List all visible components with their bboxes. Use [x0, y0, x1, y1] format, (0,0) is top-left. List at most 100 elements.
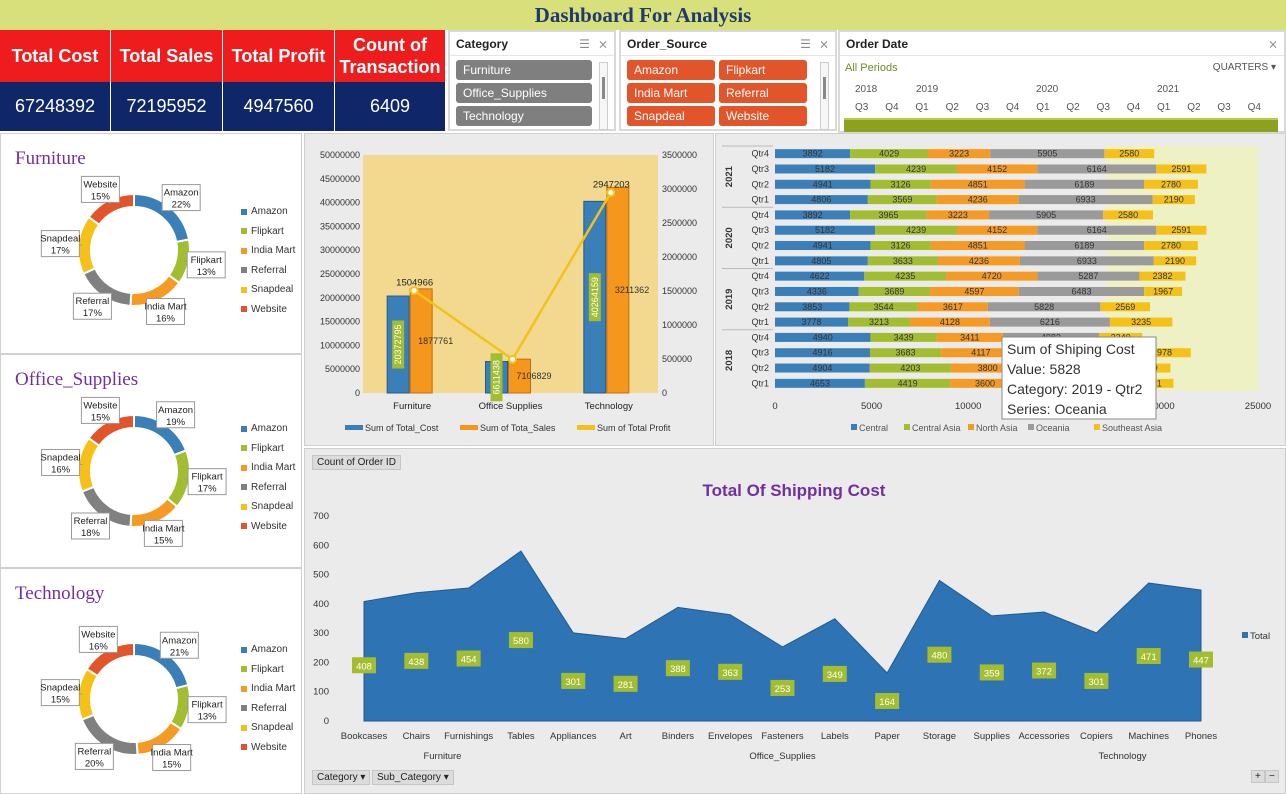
- legend-item: Amazon: [241, 202, 295, 222]
- data-label: 454: [461, 655, 477, 666]
- legend-swatch: [241, 445, 247, 452]
- slicer-item-office-supplies[interactable]: Office_Supplies: [456, 83, 592, 103]
- x-tick-label: Art: [619, 731, 632, 742]
- segment-data-label: 3213: [869, 317, 889, 327]
- segment-data-label: 4622: [810, 271, 830, 281]
- legend-label: Oceania: [1036, 423, 1070, 433]
- legend-item: India Mart: [241, 241, 295, 261]
- slicer-item-referral[interactable]: Referral: [719, 83, 807, 103]
- segment-data-label: 2780: [1161, 241, 1181, 251]
- count-of-order-id-button[interactable]: Count of Order ID: [312, 455, 401, 470]
- segment-data-label: 3126: [891, 241, 911, 251]
- timeline-quarter[interactable]: Q2: [1187, 102, 1200, 113]
- segment-data-label: 4904: [812, 363, 832, 373]
- slicer-item-website[interactable]: Website: [719, 106, 807, 126]
- segment-data-label: 6189: [1074, 241, 1094, 251]
- timeline-quarter[interactable]: Q3: [1097, 102, 1110, 113]
- expand-button[interactable]: +: [1251, 770, 1265, 783]
- segment-data-label: 2190: [1165, 256, 1185, 266]
- pie-legend: Amazon Flipkart India Mart Referral Snapdeal…: [241, 419, 295, 536]
- sub-category-filter-button[interactable]: Sub_Category ▾: [372, 770, 454, 785]
- legend-label: Referral: [251, 702, 287, 714]
- x-tick-label: Phones: [1185, 731, 1217, 742]
- pie-data-label: Flipkart13%: [186, 251, 226, 279]
- timeline-year: 2020: [1036, 84, 1059, 95]
- slicer-item-furniture[interactable]: Furniture: [456, 60, 592, 80]
- kpi-value: 72195952: [111, 82, 222, 131]
- segment-data-label: 4029: [879, 149, 899, 159]
- segment-data-label: 3683: [896, 348, 916, 358]
- clear-filter-icon[interactable]: ⨯: [598, 37, 608, 51]
- slicer-item-technology[interactable]: Technology: [456, 106, 592, 126]
- pie-legend: Amazon Flipkart India Mart Referral Snapdeal…: [241, 640, 295, 757]
- legend-item: India Mart: [241, 458, 295, 478]
- timeline-quarter[interactable]: Q3: [855, 102, 868, 113]
- legend-label: Snapdeal: [251, 722, 294, 734]
- x-tick-label: Envelopes: [708, 731, 753, 742]
- pie-data-label: Website16%: [78, 625, 118, 653]
- timeline-quarter[interactable]: Q2: [1066, 102, 1079, 113]
- segment-data-label: 3633: [893, 256, 913, 266]
- combo-chart-panel: 0 5000000 10000000 15000000 20000000 25000000…: [304, 133, 714, 446]
- category-filter-button[interactable]: Category ▾: [312, 770, 371, 785]
- legend-label: Website: [251, 741, 287, 753]
- timeline-quarter[interactable]: Q1: [1036, 102, 1049, 113]
- data-label: 408: [356, 661, 372, 672]
- slicer-item-india-mart[interactable]: India Mart: [627, 83, 715, 103]
- timeline-quarter[interactable]: Q2: [946, 102, 959, 113]
- timeline-quarter[interactable]: Q3: [1217, 102, 1230, 113]
- legend-swatch: [241, 464, 247, 471]
- timeline-quarter[interactable]: Q1: [915, 102, 928, 113]
- segment-data-label: 4239: [906, 164, 926, 174]
- legend-item: Website: [241, 300, 295, 320]
- timeline-quarter[interactable]: Q4: [1127, 102, 1140, 113]
- data-label: 349: [827, 670, 843, 681]
- segment-data-label: 4720: [982, 271, 1002, 281]
- legend-item: Amazon: [241, 419, 295, 439]
- y-tick-label: 20000000: [320, 293, 360, 303]
- timeline-header: Order Date ⨯: [840, 32, 1284, 56]
- dropdown-arrow-icon: ▾: [443, 772, 449, 783]
- label-name: Flipkart: [192, 700, 224, 711]
- timeline-quarter[interactable]: Q4: [1248, 102, 1261, 113]
- legend-swatch: [241, 666, 247, 673]
- legend-label: India Mart: [251, 683, 296, 695]
- y-tick-label: 100: [313, 687, 329, 698]
- segment-data-label: 3892: [803, 149, 823, 159]
- y-tick-label: 400: [313, 599, 329, 610]
- y-tick-label: 30000000: [320, 245, 360, 255]
- year-label: 2020: [724, 227, 735, 248]
- chevron-down-icon: ▾: [1270, 62, 1276, 73]
- multi-select-icon[interactable]: ☰: [579, 37, 590, 51]
- scrollbar-thumb[interactable]: [602, 77, 605, 99]
- multi-select-icon[interactable]: ☰: [800, 37, 811, 51]
- timeline-periods-label: All Periods: [845, 62, 898, 74]
- clear-filter-icon[interactable]: ⨯: [1268, 37, 1278, 51]
- x-tick-label: Machines: [1128, 731, 1169, 742]
- y-tick-label: 15000000: [320, 317, 360, 327]
- slicer-item-snapdeal[interactable]: Snapdeal: [627, 106, 715, 126]
- timeline-selection-bar[interactable]: [844, 118, 1278, 132]
- sales-data-label: 7106829: [517, 371, 552, 381]
- legend-swatch: [241, 503, 247, 510]
- x-tick-label: Copiers: [1080, 731, 1113, 742]
- timeline-quarter[interactable]: Q1: [1157, 102, 1170, 113]
- pie-data-label: Referral18%: [71, 512, 111, 540]
- clear-filter-icon[interactable]: ⨯: [819, 37, 829, 51]
- segment-data-label: 3235: [1131, 317, 1151, 327]
- slicer-scrollbar[interactable]: [599, 62, 608, 130]
- collapse-button[interactable]: −: [1265, 770, 1279, 783]
- slicer-item-amazon[interactable]: Amazon: [627, 60, 715, 80]
- area-chart-panel: Count of Order ID Total Of Shipping Cost…: [304, 448, 1286, 794]
- timeline-quarter[interactable]: Q4: [885, 102, 898, 113]
- kpi-label: Total Sales: [111, 30, 222, 82]
- slicer-scrollbar[interactable]: [820, 62, 829, 130]
- pie-panel-technology: Technology Amazon 21% Flipkart 13% India Mar…: [0, 568, 302, 794]
- timeline-quarter[interactable]: Q4: [1006, 102, 1019, 113]
- quarter-label: Qtr4: [751, 149, 769, 159]
- scrollbar-thumb[interactable]: [823, 77, 826, 99]
- timeline-quarter[interactable]: Q3: [976, 102, 989, 113]
- pie-data-label: Snapdeal16%: [41, 448, 81, 476]
- timeline-level-dropdown[interactable]: QUARTERS ▾: [1213, 62, 1276, 73]
- slicer-item-flipkart[interactable]: Flipkart: [719, 60, 807, 80]
